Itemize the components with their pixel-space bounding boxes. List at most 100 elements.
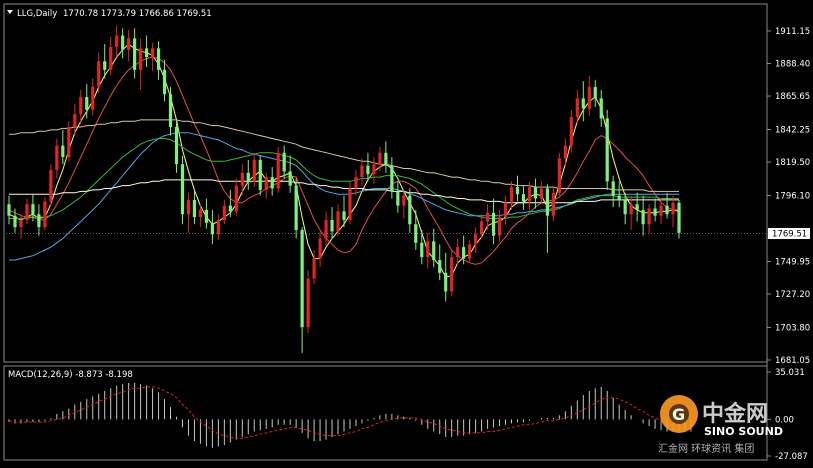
candle-body [366, 165, 370, 175]
candle-body [533, 187, 538, 199]
candle-body [450, 257, 454, 292]
candle-body [37, 214, 41, 228]
candle-body [629, 204, 633, 215]
candle-body [276, 152, 280, 189]
price-tick-label: 1749.95 [775, 257, 810, 267]
candle-body [426, 241, 430, 258]
watermark-brand-cn: 中金网 [702, 401, 768, 427]
svg-text:G: G [672, 405, 685, 424]
candle-body [342, 211, 346, 220]
candle-body [306, 278, 310, 328]
candle-body [31, 204, 35, 215]
candle-body [599, 98, 603, 119]
candle-body [103, 61, 107, 70]
candle-body [7, 204, 11, 216]
candle-body [438, 259, 442, 273]
last-price-tag: 1769.51 [768, 228, 810, 240]
candle-body [539, 188, 544, 199]
candle-body [240, 172, 244, 186]
candle [294, 178, 298, 239]
macd-tick-label: 35.031 [775, 368, 805, 378]
candle-body [497, 217, 502, 236]
price-tick-label: 1888.40 [775, 60, 810, 70]
candle-body [372, 164, 376, 175]
ohlc-values: 1770.78 1773.79 1766.86 1769.51 [63, 9, 212, 19]
candle-body [204, 209, 209, 223]
candle-body [557, 158, 561, 193]
candle-body [485, 212, 490, 222]
candle-body [61, 145, 65, 158]
candle-body [162, 69, 167, 95]
candle-body [677, 202, 681, 233]
candle-body [587, 86, 591, 109]
candle-body [641, 209, 645, 225]
candle-body [264, 177, 268, 190]
candle-body [55, 145, 59, 170]
candle [306, 269, 310, 333]
candle-body [222, 205, 226, 220]
chart-canvas: LLG,Daily 1770.78 1773.79 1766.86 1769.5… [0, 0, 813, 464]
candle-body [139, 48, 143, 70]
candle-body [468, 244, 472, 259]
candle [557, 152, 561, 196]
candle-body [521, 194, 526, 202]
candle-body [408, 195, 412, 225]
candle-body [659, 205, 663, 216]
candle-body [25, 204, 29, 220]
symbol-label: LLG,Daily [17, 9, 57, 19]
candle-body [635, 204, 639, 210]
candle [258, 155, 262, 196]
candle-body [479, 221, 484, 235]
candle-body [360, 165, 364, 178]
candle-body [575, 98, 579, 118]
candle-body [174, 127, 179, 165]
candle-body [623, 199, 627, 215]
candle-body [396, 191, 400, 206]
candle-body [462, 247, 466, 259]
candle-body [210, 222, 214, 235]
candle-body [234, 185, 238, 212]
candle [49, 164, 53, 206]
candle-body [456, 247, 460, 258]
candle-body [581, 98, 585, 109]
candle-body [156, 48, 161, 70]
candle-body [97, 61, 101, 87]
candle-body [515, 187, 520, 195]
candle-body [318, 238, 322, 259]
candle-body [384, 152, 388, 166]
candle-body [246, 172, 250, 182]
candle-body [569, 117, 573, 146]
candle-body [73, 114, 77, 128]
candle-body [294, 185, 298, 230]
candle-body [330, 219, 334, 232]
candle-body [19, 219, 23, 228]
watermark-tagline: 汇金网 环球资讯 集团 [658, 442, 754, 455]
candle-body [647, 208, 651, 225]
candle-body [527, 187, 532, 202]
candle-body [474, 234, 478, 245]
candle-body [127, 38, 131, 50]
candle-body [593, 86, 597, 99]
candle [180, 155, 185, 225]
candle-body [186, 199, 191, 215]
candle-body [121, 35, 125, 50]
price-tick-label: 1703.80 [775, 323, 810, 333]
price-tick-label: 1681.05 [775, 356, 810, 366]
candle [276, 147, 280, 193]
candle-body [605, 118, 609, 182]
candle-body [79, 96, 83, 115]
candle-body [13, 215, 17, 228]
price-tick-label: 1911.15 [775, 27, 810, 37]
candle-body [252, 159, 256, 182]
candle-body [420, 242, 424, 258]
candle-body [168, 94, 173, 128]
candle-body [300, 229, 304, 328]
candle [605, 109, 609, 190]
candle-body [665, 205, 669, 215]
candle-body [312, 258, 316, 279]
candle-body [432, 241, 436, 260]
candle-body [258, 159, 262, 190]
candle-body [43, 201, 47, 228]
candle-body [390, 165, 394, 192]
candle-body [611, 181, 615, 196]
